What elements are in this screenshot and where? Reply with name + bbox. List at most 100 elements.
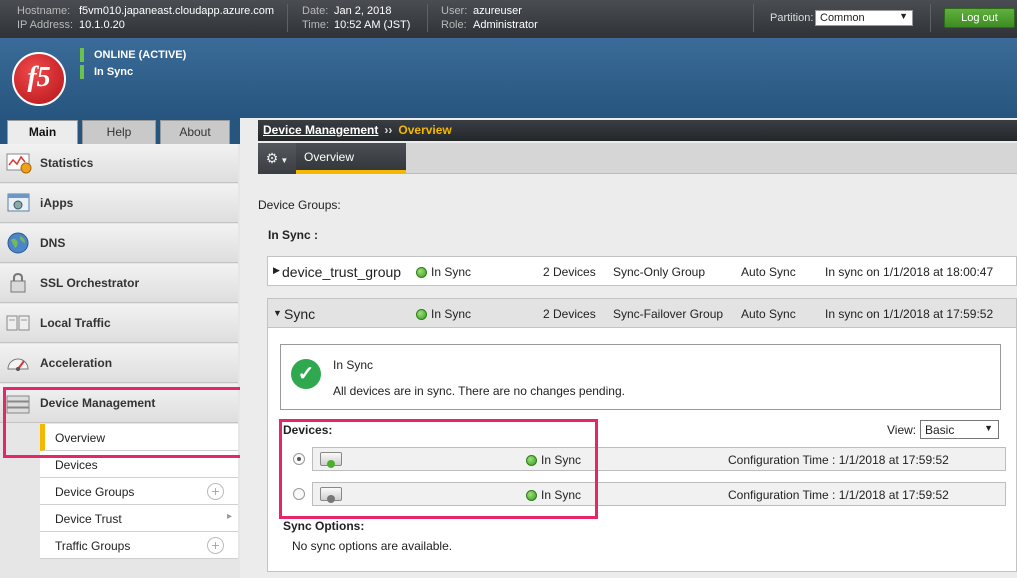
subnav-item-device-trust[interactable]: Device Trust ▸: [40, 505, 238, 532]
sidebar-item-acceleration[interactable]: Acceleration: [0, 344, 238, 383]
tab-main[interactable]: Main: [7, 120, 78, 146]
sidebar-item-iapps[interactable]: iApps: [0, 184, 238, 223]
group-status-text: In Sync: [431, 265, 472, 279]
sidebar-item-ssl-orchestrator[interactable]: SSL Orchestrator: [0, 264, 238, 303]
expand-arrow-icon[interactable]: ▶: [273, 265, 280, 276]
sync-summary-box: ✓ In Sync All devices are in sync. There…: [280, 344, 1001, 410]
sidebar-item-label: Acceleration: [40, 356, 113, 370]
role-label: Role:: [441, 19, 467, 31]
tab-overview[interactable]: Overview: [296, 143, 406, 174]
view-select[interactable]: Basic ▼: [920, 420, 999, 439]
in-sync-heading: In Sync :: [268, 228, 319, 242]
hostname-value: f5vm010.japaneast.cloudapp.azure.com: [79, 5, 275, 17]
group-last-sync: In sync on 1/1/2018 at 17:59:52: [825, 307, 994, 321]
chevron-down-icon: ▼: [280, 156, 289, 165]
breadcrumb-separator: ››: [384, 123, 393, 137]
partition-value: Common: [820, 12, 865, 24]
divider: [427, 4, 428, 32]
subnav-item-label: Device Trust: [55, 512, 122, 526]
sidebar-item-local-traffic[interactable]: Local Traffic: [0, 304, 238, 343]
chevron-right-icon: ▸: [226, 511, 232, 522]
local-traffic-icon: [6, 315, 30, 331]
group-last-sync: In sync on 1/1/2018 at 18:00:47: [825, 265, 994, 279]
group-status-text: In Sync: [431, 307, 472, 321]
sidebar-item-label: iApps: [40, 196, 74, 210]
globe-icon: [7, 232, 29, 254]
subnav-item-traffic-groups[interactable]: Traffic Groups +: [40, 532, 238, 559]
datetime-info: Date: Jan 2, 2018 Time: 10:52 AM (JST): [302, 4, 410, 32]
gear-menu-button[interactable]: ⚙ ▼: [258, 143, 296, 174]
device-group-row[interactable]: ▼ Sync In Sync 2 Devices Sync-Failover G…: [268, 299, 1016, 328]
sidebar-item-statistics[interactable]: Statistics: [0, 144, 238, 183]
user-info: User: azureuser Role: Administrator: [441, 4, 538, 32]
role-value: Administrator: [473, 19, 538, 31]
sub-toolbar: ⚙ ▼ Overview: [258, 143, 1017, 174]
status-dot-icon: [416, 309, 427, 320]
add-icon[interactable]: +: [207, 537, 224, 554]
date-value: Jan 2, 2018: [334, 5, 392, 17]
top-bar: Hostname: f5vm010.japaneast.cloudapp.azur…: [0, 0, 1017, 38]
sidebar: Statistics iApps DNS SSL Orchestrator Lo…: [0, 144, 240, 578]
view-select-value: Basic: [925, 423, 955, 437]
group-status: In Sync: [416, 265, 471, 279]
status-online: ONLINE (ACTIVE): [80, 48, 186, 62]
group-status: In Sync: [416, 307, 471, 321]
divider: [930, 4, 931, 32]
device-groups-label: Device Groups:: [258, 198, 341, 212]
statistics-icon: [6, 153, 32, 174]
device-group-row[interactable]: ▶ device_trust_group In Sync 2 Devices S…: [267, 256, 1017, 286]
date-label: Date:: [302, 5, 329, 17]
device-group-name: Sync: [284, 306, 316, 322]
device-config-time: Configuration Time : 1/1/2018 at 17:59:5…: [728, 453, 949, 467]
tab-about[interactable]: About: [160, 120, 230, 144]
device-config-time: Configuration Time : 1/1/2018 at 17:59:5…: [728, 488, 949, 502]
divider: [287, 4, 288, 32]
gauge-icon: [7, 358, 29, 371]
sidebar-item-label: Statistics: [40, 156, 94, 170]
partition-label: Partition:: [770, 12, 814, 24]
partition-select[interactable]: Common ▼: [815, 10, 913, 26]
logout-button[interactable]: Log out: [944, 8, 1015, 28]
no-sync-options-text: No sync options are available.: [292, 539, 453, 553]
lock-icon: [10, 272, 26, 293]
status-dot-icon: [416, 267, 427, 278]
sidebar-item-label: Local Traffic: [40, 316, 111, 330]
sync-summary-text: All devices are in sync. There are no ch…: [333, 384, 625, 398]
collapse-arrow-icon[interactable]: ▼: [273, 308, 282, 318]
group-devices: 2 Devices: [543, 307, 596, 321]
status-sync: In Sync: [80, 65, 133, 79]
sidebar-item-label: SSL Orchestrator: [40, 276, 140, 290]
chevron-down-icon: ▼: [899, 11, 908, 21]
chevron-down-icon: ▼: [984, 423, 993, 433]
tab-help[interactable]: Help: [82, 120, 156, 144]
hostname-label: Hostname:: [17, 5, 71, 17]
banner: f5 ONLINE (ACTIVE) In Sync: [0, 38, 1017, 118]
subnav-item-device-groups[interactable]: Device Groups +: [40, 478, 238, 505]
gear-icon: ⚙: [265, 150, 279, 166]
user-value: azureuser: [473, 5, 522, 17]
user-label: User:: [441, 5, 468, 17]
subnav-item-label: Traffic Groups: [55, 539, 131, 553]
subnav-item-label: Device Groups: [55, 485, 135, 499]
divider: [753, 4, 754, 32]
breadcrumb: Device Management ›› Overview: [258, 120, 1017, 141]
sidebar-item-label: DNS: [40, 236, 66, 250]
breadcrumb-current: Overview: [398, 123, 452, 137]
sync-options-label: Sync Options:: [283, 519, 365, 533]
ip-value: 10.1.0.20: [79, 19, 125, 31]
group-sync-mode: Auto Sync: [741, 307, 796, 321]
time-label: Time:: [302, 19, 330, 31]
breadcrumb-parent-link[interactable]: Device Management: [263, 123, 378, 137]
add-icon[interactable]: +: [207, 483, 224, 500]
highlight-annotation: [279, 419, 598, 519]
highlight-annotation: [3, 387, 246, 458]
nav-tabs: Main Help About: [0, 118, 240, 146]
sidebar-item-dns[interactable]: DNS: [0, 224, 238, 263]
sync-summary-title: In Sync: [333, 358, 374, 372]
group-type: Sync-Only Group: [613, 265, 706, 279]
host-info: Hostname: f5vm010.japaneast.cloudapp.azur…: [17, 4, 274, 32]
iapps-icon: [7, 193, 30, 212]
subnav-item-label: Devices: [55, 458, 98, 472]
ip-label: IP Address:: [17, 19, 74, 31]
f5-logo[interactable]: f5: [12, 52, 66, 106]
